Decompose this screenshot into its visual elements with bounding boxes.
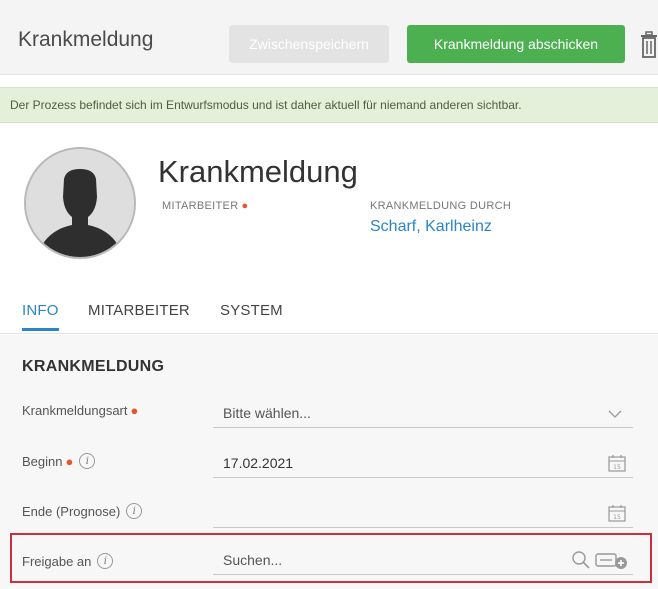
person-placeholder-icon <box>26 149 134 257</box>
tab-employee[interactable]: MITARBEITER <box>88 302 190 328</box>
employee-label: MITARBEITER ● <box>162 200 248 212</box>
required-marker: ● <box>241 200 249 212</box>
sick-note-type-select[interactable]: Bitte wählen... <box>213 398 633 428</box>
start-date-label-text: Beginn <box>22 453 63 469</box>
sick-note-type-value: Bitte wählen... <box>223 404 311 421</box>
submit-sick-note-button[interactable]: Krankmeldung abschicken <box>407 25 625 63</box>
employee-label-text: MITARBEITER <box>162 200 239 212</box>
delete-button[interactable] <box>638 25 658 63</box>
end-date-input[interactable]: 15 <box>213 498 633 528</box>
tab-system[interactable]: SYSTEM <box>220 302 283 328</box>
trash-icon <box>641 31 657 58</box>
save-draft-button[interactable]: Zwischenspeichern <box>229 25 389 63</box>
chevron-down-icon <box>608 410 622 418</box>
end-date-label-text: Ende (Prognose) <box>22 503 121 519</box>
highlight-frame <box>10 533 652 583</box>
required-marker: ● <box>65 453 74 469</box>
info-icon[interactable]: i <box>79 453 96 469</box>
header-bar: Krankmeldung Zwischenspeichern Krankmeld… <box>0 0 658 75</box>
sick-note-type-label-text: Krankmeldungsart <box>22 403 128 418</box>
calendar-day: 15 <box>613 464 621 471</box>
header-title: Krankmeldung <box>18 28 154 51</box>
calendar-icon: 15 <box>608 455 626 472</box>
calendar-icon: 15 <box>608 505 626 522</box>
tab-info[interactable]: INFO <box>22 302 59 331</box>
draft-mode-banner: Der Prozess befindet sich im Entwurfsmod… <box>0 87 658 123</box>
end-date-label: Ende (Prognose) i <box>22 503 143 519</box>
start-date-input[interactable]: 17.02.2021 15 <box>213 448 633 478</box>
required-marker: ● <box>130 403 139 418</box>
info-icon[interactable]: i <box>126 503 143 519</box>
calendar-day: 15 <box>613 514 621 521</box>
page-title: Krankmeldung <box>158 154 358 189</box>
sick-note-type-label: Krankmeldungsart ● <box>22 403 138 418</box>
reported-by-label: KRANKMELDUNG DURCH <box>370 200 512 212</box>
avatar <box>24 147 136 259</box>
start-date-value: 17.02.2021 <box>223 454 294 471</box>
section-title: KRANKMELDUNG <box>22 358 165 375</box>
reported-by-link[interactable]: Scharf, Karlheinz <box>370 218 492 236</box>
start-date-label: Beginn ● i <box>22 453 96 469</box>
calendar-button[interactable]: 15 <box>607 453 627 476</box>
calendar-button[interactable]: 15 <box>607 503 627 526</box>
tab-bar: INFO MITARBEITER SYSTEM <box>0 296 658 334</box>
